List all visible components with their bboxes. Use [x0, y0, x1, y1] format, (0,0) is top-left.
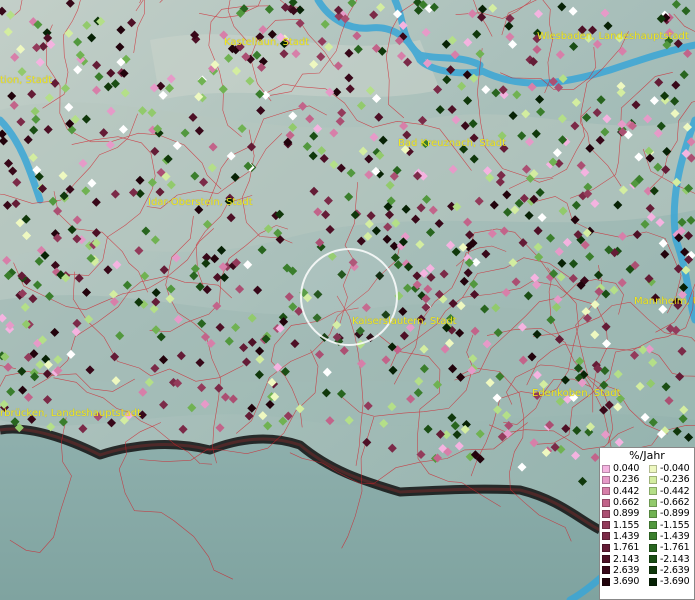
legend-value: -2.639	[660, 564, 690, 576]
legend-value: 1.439	[613, 530, 640, 542]
legend-value: 1.761	[613, 542, 640, 554]
city-label-kaiserslautern: Kaiserslautern, Stadt	[352, 316, 457, 327]
map-canvas[interactable]	[0, 0, 695, 600]
legend-row: 1.439 -1.439	[600, 531, 694, 542]
legend-swatch	[602, 464, 610, 473]
city-label-wiesbaden: Wiesbaden, Landeshauptstadt	[537, 31, 689, 42]
legend-swatch	[649, 509, 657, 518]
city-label-tion: tion, Stadt	[0, 75, 53, 86]
legend-value: -2.143	[660, 553, 690, 565]
legend-entry-negative: -1.439	[647, 531, 694, 542]
legend-swatch	[602, 577, 610, 586]
legend-entry-negative: -2.639	[647, 565, 694, 576]
legend-row: 0.899 -0.899	[600, 508, 694, 519]
legend-swatch	[602, 475, 610, 484]
legend-swatch	[602, 487, 610, 496]
legend-value: 0.899	[613, 508, 640, 520]
city-label-mannheim: Mannheim, U	[634, 296, 695, 307]
legend-value: 1.155	[613, 519, 640, 531]
legend-entry-positive: 1.761	[600, 542, 647, 553]
legend-swatch	[649, 532, 657, 541]
legend-value: 0.662	[613, 497, 640, 509]
legend-swatch	[602, 532, 610, 541]
legend-swatch	[649, 475, 657, 484]
legend-value: 2.639	[613, 564, 640, 576]
city-label-edenkoben: Edenkoben, Stadt	[532, 388, 621, 399]
legend-value: 0.442	[613, 485, 640, 497]
legend-value: -1.155	[660, 519, 690, 531]
legend-swatch	[602, 566, 610, 575]
legend-entry-positive: 3.690	[600, 576, 647, 587]
legend-value: 3.690	[613, 576, 640, 588]
legend-value: 0.236	[613, 474, 640, 486]
legend-entry-positive: 2.143	[600, 554, 647, 565]
legend-entry-negative: -1.761	[647, 542, 694, 553]
legend-value: -0.040	[660, 463, 690, 475]
legend-swatch	[649, 521, 657, 530]
legend-entry-positive: 1.155	[600, 520, 647, 531]
city-label-saarbruecken: rbrücken, Landeshauptstadt	[0, 408, 142, 419]
legend-entry-negative: -0.899	[647, 508, 694, 519]
city-label-idar-oberstein: Idar-Oberstein, Stadt	[148, 197, 253, 208]
legend-value: 0.040	[613, 463, 640, 475]
legend-entry-negative: -0.442	[647, 486, 694, 497]
legend-entry-negative: -0.662	[647, 497, 694, 508]
city-label-kastellaun: Kastellaun, Stadt	[224, 37, 310, 48]
legend-entry-negative: -1.155	[647, 520, 694, 531]
legend-entry-positive: 0.040	[600, 463, 647, 474]
legend-row: 0.442 -0.442	[600, 486, 694, 497]
legend-entry-positive: 0.899	[600, 508, 647, 519]
legend-row: 3.690 -3.690	[600, 576, 694, 587]
legend-row: 0.236 -0.236	[600, 474, 694, 485]
legend-rows: 0.040 -0.040 0.236 -0.236 0.442 -0.442 0.662 -0…	[600, 463, 694, 587]
legend-swatch	[649, 577, 657, 586]
legend-swatch	[649, 543, 657, 552]
legend: %/Jahr 0.040 -0.040 0.236 -0.236 0.442 -0.442…	[599, 447, 695, 600]
legend-entry-positive: 0.662	[600, 497, 647, 508]
legend-row: 2.639 -2.639	[600, 565, 694, 576]
legend-swatch	[649, 498, 657, 507]
legend-swatch	[649, 464, 657, 473]
legend-swatch	[649, 555, 657, 564]
legend-entry-positive: 0.236	[600, 474, 647, 485]
legend-value: -0.236	[660, 474, 690, 486]
legend-value: -3.690	[660, 576, 690, 588]
legend-entry-negative: -0.040	[647, 463, 694, 474]
legend-swatch	[602, 543, 610, 552]
legend-swatch	[602, 521, 610, 530]
legend-swatch	[649, 487, 657, 496]
legend-row: 0.662 -0.662	[600, 497, 694, 508]
legend-value: 2.143	[613, 553, 640, 565]
legend-title: %/Jahr	[629, 449, 665, 462]
legend-swatch	[602, 555, 610, 564]
legend-swatch	[602, 498, 610, 507]
legend-row: 0.040 -0.040	[600, 463, 694, 474]
legend-value: -1.761	[660, 542, 690, 554]
legend-entry-positive: 2.639	[600, 565, 647, 576]
legend-entry-positive: 1.439	[600, 531, 647, 542]
legend-row: 1.761 -1.761	[600, 542, 694, 553]
legend-entry-negative: -0.236	[647, 474, 694, 485]
legend-value: -0.899	[660, 508, 690, 520]
legend-value: -1.439	[660, 530, 690, 542]
legend-value: -0.442	[660, 485, 690, 497]
legend-swatch	[602, 509, 610, 518]
legend-entry-positive: 0.442	[600, 486, 647, 497]
legend-value: -0.662	[660, 497, 690, 509]
legend-entry-negative: -3.690	[647, 576, 694, 587]
legend-row: 1.155 -1.155	[600, 519, 694, 531]
city-label-bad-kreuznach: Bad Kreuznach, Stadt	[398, 138, 507, 149]
legend-entry-negative: -2.143	[647, 554, 694, 565]
selection-circle[interactable]	[300, 248, 398, 346]
legend-swatch	[649, 566, 657, 575]
legend-row: 2.143 -2.143	[600, 553, 694, 565]
